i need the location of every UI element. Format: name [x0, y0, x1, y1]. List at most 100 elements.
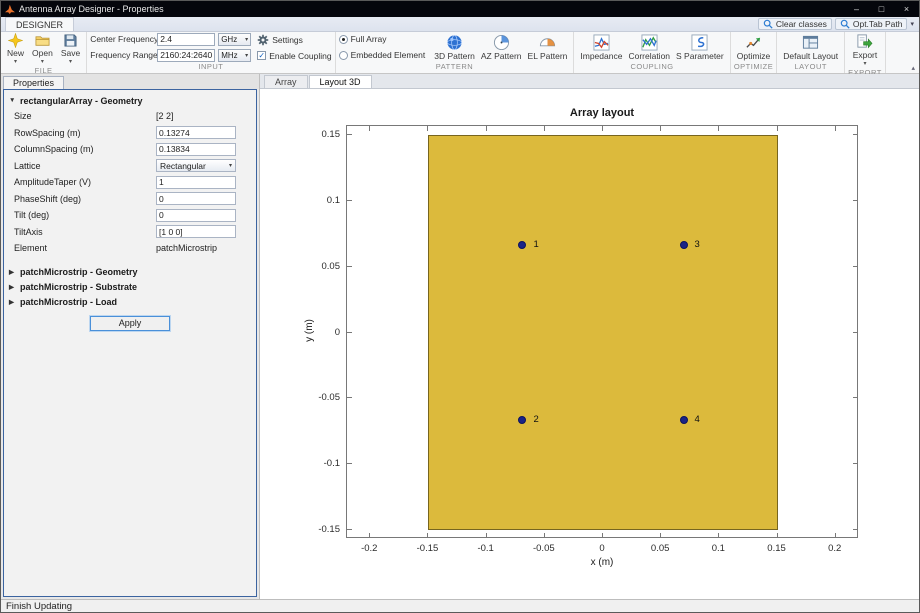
- correlation-icon: [641, 34, 658, 51]
- save-button[interactable]: Save ▾: [58, 32, 83, 66]
- app-window: Antenna Array Designer - Properties – □ …: [0, 0, 920, 613]
- export-label: Export: [853, 51, 878, 60]
- radio-selected-icon: [339, 35, 348, 44]
- opt-tab-path-button[interactable]: Opt.Tab Path: [835, 18, 908, 30]
- optimize-button[interactable]: Optimize: [734, 33, 774, 62]
- x-tick-label: -0.1: [464, 543, 508, 554]
- opt-tab-path-label: Opt.Tab Path: [853, 19, 903, 29]
- optimize-label: Optimize: [737, 52, 771, 61]
- tilt-input[interactable]: [156, 209, 236, 222]
- lattice-select[interactable]: Rectangular ▾: [156, 159, 236, 172]
- enable-coupling-checkbox[interactable]: ✓ Enable Coupling: [257, 51, 331, 61]
- az-pattern-button[interactable]: AZ Pattern: [478, 33, 525, 62]
- y-tick-label: -0.1: [300, 458, 340, 469]
- properties-tabbar: Properties: [1, 74, 259, 89]
- x-tick-label: -0.05: [522, 543, 566, 554]
- x-tick-label: 0.05: [638, 543, 682, 554]
- x-axis-label: x (m): [346, 557, 858, 568]
- y-tick-mark: [853, 134, 858, 135]
- frequency-range-input[interactable]: [157, 49, 215, 62]
- x-tick-mark: [718, 126, 719, 131]
- rowspacing-input[interactable]: [156, 126, 236, 139]
- y-tick-mark: [853, 397, 858, 398]
- tab-designer[interactable]: DESIGNER: [5, 17, 74, 31]
- x-tick-mark: [777, 533, 778, 538]
- el-pattern-icon: [539, 34, 556, 51]
- correlation-button[interactable]: Correlation: [625, 33, 673, 62]
- tab-properties[interactable]: Properties: [3, 76, 64, 89]
- apply-button[interactable]: Apply: [90, 316, 170, 331]
- section-patchmicrostrip-geometry[interactable]: ▶ patchMicrostrip - Geometry: [4, 265, 256, 280]
- clear-classes-button[interactable]: Clear classes: [758, 18, 832, 30]
- tab-layout-3d[interactable]: Layout 3D: [309, 75, 372, 88]
- maximize-button[interactable]: □: [869, 1, 894, 17]
- magnifier-icon: [840, 19, 850, 29]
- y-tick-mark: [347, 397, 352, 398]
- collapse-ribbon-button[interactable]: ▴: [911, 64, 915, 72]
- triangle-down-icon: ▼: [9, 97, 17, 104]
- impedance-icon: [593, 34, 610, 51]
- minimize-button[interactable]: –: [844, 1, 869, 17]
- x-tick-label: -0.2: [347, 543, 391, 554]
- default-layout-button[interactable]: Default Layout: [780, 33, 841, 62]
- array-element-label: 4: [695, 414, 700, 425]
- center-frequency-input[interactable]: [157, 33, 215, 46]
- amplitudetaper-input[interactable]: [156, 176, 236, 189]
- lattice-label: Lattice: [14, 161, 156, 171]
- window-controls: – □ ×: [844, 1, 919, 17]
- plot-axes[interactable]: 1234: [346, 125, 858, 538]
- embedded-element-radio[interactable]: Embedded Element: [339, 50, 426, 60]
- section-rectangulararray-geometry[interactable]: ▼ rectangularArray - Geometry: [4, 93, 256, 108]
- 3d-pattern-button[interactable]: 3D Pattern: [431, 33, 478, 62]
- chart-title: Array layout: [346, 107, 858, 119]
- 3d-pattern-label: 3D Pattern: [434, 52, 475, 61]
- new-icon: [8, 33, 23, 48]
- property-row-size: Size [2 2]: [4, 108, 256, 125]
- magnifier-icon: [763, 19, 773, 29]
- correlation-label: Correlation: [628, 52, 670, 61]
- y-tick-mark: [347, 266, 352, 267]
- optimize-icon: [745, 34, 762, 51]
- phaseshift-input[interactable]: [156, 192, 236, 205]
- impedance-button[interactable]: Impedance: [577, 33, 625, 62]
- settings-button[interactable]: Settings: [257, 34, 331, 46]
- tiltaxis-input[interactable]: [156, 225, 236, 238]
- element-label: Element: [14, 243, 156, 253]
- y-tick-mark: [347, 134, 352, 135]
- el-pattern-label: EL Pattern: [528, 52, 568, 61]
- tab-array[interactable]: Array: [264, 75, 308, 88]
- x-tick-label: 0.1: [696, 543, 740, 554]
- el-pattern-button[interactable]: EL Pattern: [525, 33, 571, 62]
- property-row-rowspacing: RowSpacing (m): [4, 125, 256, 142]
- full-array-radio[interactable]: Full Array: [339, 34, 426, 44]
- chevron-down-icon: ▾: [245, 52, 248, 59]
- new-button[interactable]: New ▾: [4, 32, 27, 66]
- export-icon: [856, 33, 873, 50]
- y-tick-label: 0.05: [300, 261, 340, 272]
- chevron-down-icon: ▾: [863, 61, 866, 67]
- array-element-marker[interactable]: [680, 241, 688, 249]
- enable-coupling-label: Enable Coupling: [269, 51, 331, 61]
- x-tick-label: -0.15: [405, 543, 449, 554]
- section-patchmicrostrip-substrate[interactable]: ▶ patchMicrostrip - Substrate: [4, 280, 256, 295]
- quick-access-toolbar: Clear classes Opt.Tab Path ▾: [758, 17, 919, 31]
- close-button[interactable]: ×: [894, 1, 919, 17]
- clear-classes-label: Clear classes: [776, 19, 827, 29]
- tiltaxis-label: TiltAxis: [14, 227, 156, 237]
- frequency-range-unit-select[interactable]: MHz ▾: [218, 49, 251, 62]
- columnspacing-input[interactable]: [156, 143, 236, 156]
- ribbon-group-layout: Default Layout LAYOUT: [777, 32, 845, 73]
- az-pattern-icon: [493, 34, 510, 51]
- array-element-label: 3: [695, 239, 700, 250]
- center-frequency-unit-select[interactable]: GHz ▾: [218, 33, 251, 46]
- array-layout-figure: Array layout 1234 x (m) y (m) -0.2-0.15-…: [260, 89, 919, 599]
- export-button[interactable]: Export ▾: [850, 32, 881, 68]
- array-element-marker[interactable]: [680, 416, 688, 424]
- full-array-label: Full Array: [351, 34, 387, 44]
- open-button[interactable]: Open ▾: [29, 32, 56, 66]
- x-tick-mark: [718, 533, 719, 538]
- section-patchmicrostrip-load[interactable]: ▶ patchMicrostrip - Load: [4, 295, 256, 310]
- quick-access-dropdown-icon[interactable]: ▾: [910, 20, 914, 28]
- s-parameter-button[interactable]: S Parameter: [673, 33, 727, 62]
- ribbon-group-export: Export ▾ EXPORT: [845, 32, 886, 73]
